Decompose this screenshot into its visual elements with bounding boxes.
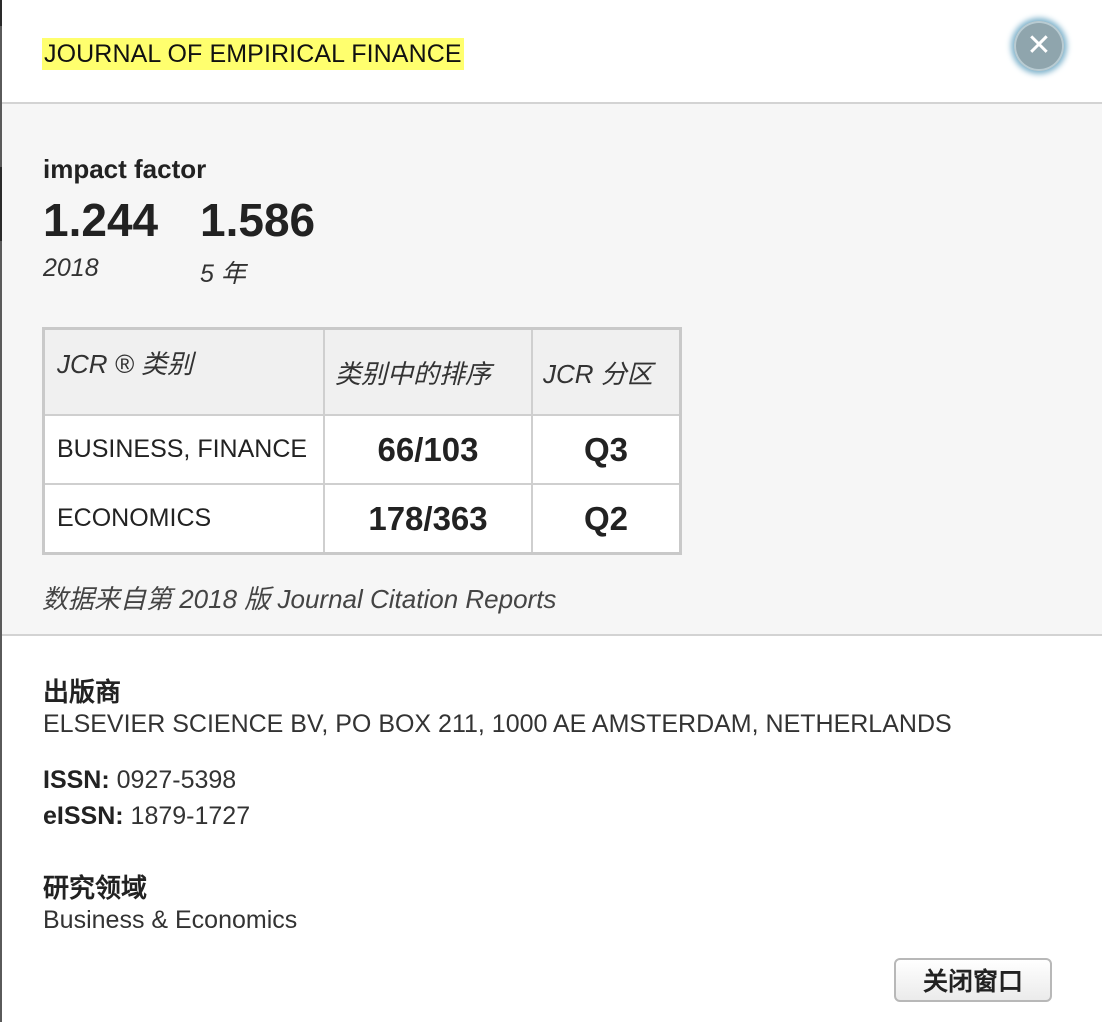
category-name: BUSINESS, FINANCE [42,414,325,485]
research-area-value: Business & Economics [43,906,298,934]
research-area-heading: 研究领域 [43,873,148,903]
close-icon: ✕ [1026,28,1052,63]
impact-factor-value: 1.244 [43,194,159,246]
publisher-address: ELSEVIER SCIENCE BV, PO BOX 211, 1000 AE… [43,710,952,738]
eissn-label: eISSN: [43,802,124,830]
jcr-source-note: 数据来自第 2018 版 Journal Citation Reports [42,584,557,614]
column-header-quartile: JCR 分区 [531,327,682,416]
column-header-rank: 类别中的排序 [323,327,533,416]
column-header-category: JCR ® 类别 [42,327,325,416]
eissn-line: eISSN: 1879-1727 [43,802,250,831]
category-quartile: Q3 [531,414,682,485]
category-rank: 178/363 [323,483,533,555]
close-window-button[interactable]: 关闭窗口 [894,958,1052,1002]
publisher-heading: 出版商 [43,677,122,707]
category-rank: 66/103 [323,414,533,485]
category-quartile: Q2 [531,483,682,555]
journal-details-section: 出版商 ELSEVIER SCIENCE BV, PO BOX 211, 100… [2,636,1102,1022]
issn-line: ISSN: 0927-5398 [43,766,236,795]
eissn-value: 1879-1727 [130,802,251,830]
journal-title: JOURNAL OF EMPIRICAL FINANCE [42,38,464,70]
impact-factor-year: 2018 [43,254,99,282]
jcr-category-table: JCR ® 类别 类别中的排序 JCR 分区 BUSINESS, FINANCE… [42,327,682,555]
five-year-impact-factor-value: 1.586 [200,194,316,246]
five-year-impact-factor-label: 5 年 [200,260,246,288]
issn-label: ISSN: [43,766,110,794]
close-dialog-button[interactable]: ✕ [1014,21,1064,71]
table-row: ECONOMICS 178/363 Q2 [42,483,682,555]
dialog-header: JOURNAL OF EMPIRICAL FINANCE ✕ [2,0,1102,104]
category-name: ECONOMICS [42,483,325,555]
impact-factor-label: impact factor [43,154,207,184]
table-header-row: JCR ® 类别 类别中的排序 JCR 分区 [42,327,682,416]
journal-info-dialog: JOURNAL OF EMPIRICAL FINANCE ✕ impact fa… [2,0,1102,1022]
jcr-metrics-section: impact factor 1.244 2018 1.586 5 年 JCR ®… [2,104,1102,636]
issn-value: 0927-5398 [116,766,237,794]
table-row: BUSINESS, FINANCE 66/103 Q3 [42,414,682,485]
